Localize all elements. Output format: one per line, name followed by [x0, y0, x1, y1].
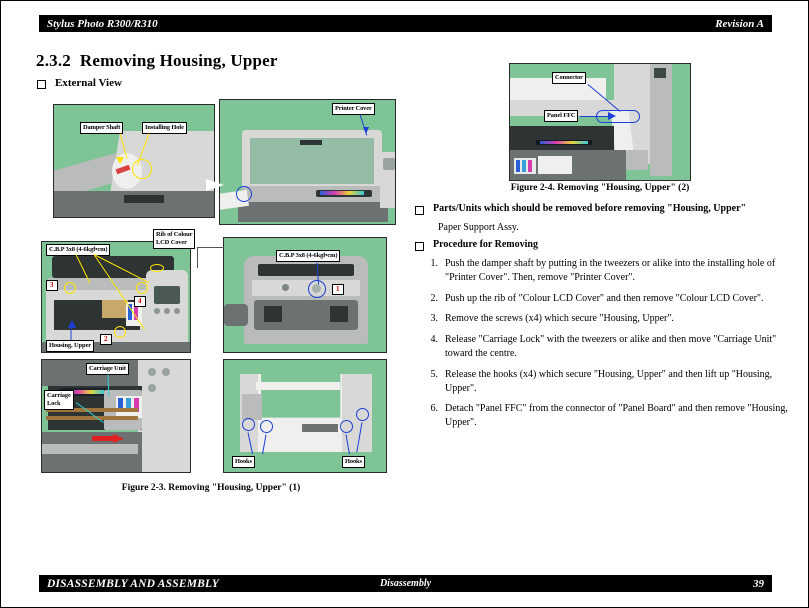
step-text: Detach "Panel FFC" from the connector of…: [445, 403, 788, 429]
step-number: 5.: [430, 368, 439, 380]
installing-hole-highlight: [132, 159, 152, 179]
label-hooks-left: Hooks: [232, 456, 255, 468]
printer-cover-hinge-highlight: [236, 186, 252, 202]
photo-printer-cover: Printer Cover: [219, 99, 396, 225]
section-heading: 2.3.2 Removing Housing, Upper: [36, 51, 278, 71]
external-view-label: External View: [55, 77, 122, 89]
section-number: 2.3.2: [36, 51, 71, 70]
step-text: Release "Carriage Lock" with the tweezer…: [445, 334, 777, 359]
step-number: 6.: [430, 403, 439, 415]
footer-page-number: 39: [753, 577, 764, 590]
callout-2: 2: [100, 334, 112, 345]
photo-damper-shaft-detail: Damper Shaft Installing Hole: [53, 104, 215, 218]
step-number: 2.: [430, 292, 439, 304]
step-number: 3.: [430, 313, 439, 325]
step-number: 4.: [430, 334, 439, 346]
procedure-step: 1. Push the damper shaft by putting in th…: [425, 257, 795, 285]
figure-2-4-caption: Figure 2-4. Removing "Housing, Upper" (2…: [510, 183, 690, 193]
procedure-step: 6. Detach "Panel FFC" from the connector …: [425, 402, 795, 430]
lcd-cover-leader: [197, 247, 224, 268]
header-title: Stylus Photo R300/R310: [47, 17, 158, 30]
procedure-step: 4. Release "Carriage Lock" with the tweez…: [425, 333, 795, 361]
checkbox-bullet-icon: [415, 206, 424, 215]
callout-4: 4: [134, 296, 146, 307]
label-connector: Connector: [552, 72, 586, 84]
parts-to-remove-item: Paper Support Assy.: [438, 222, 519, 233]
photo-housing-screws: C.B.P 3x8 (4-6kgf•cm) 3 4 2 Housing, Upp…: [41, 241, 191, 353]
step-text: Push the damper shaft by putting in the …: [445, 258, 776, 283]
label-damper-shaft: Damper Shaft: [80, 122, 124, 134]
label-panel-ffc: Panel FFC: [544, 110, 579, 122]
label-housing-upper-row2: Housing, Upper: [46, 340, 94, 352]
step-text: Push up the rib of "Colour LCD Cover" an…: [445, 292, 764, 304]
label-hooks-right: Hooks: [342, 456, 365, 468]
label-rib-lcd-cover: Rib of Colour LCD Cover: [153, 229, 196, 249]
step-number: 1.: [430, 258, 439, 269]
procedure-step: 3. Remove the screws (x4) which secure "H…: [425, 312, 795, 326]
footer-chapter: Disassembly: [379, 578, 432, 589]
header-revision: Revision A: [715, 17, 764, 30]
checkbox-bullet-icon: [37, 80, 46, 89]
figure-2-3-caption: Figure 2-3. Removing "Housing, Upper" (1…: [121, 483, 301, 493]
step-text: Release the hooks (x4) which secure "Hou…: [445, 368, 773, 394]
external-view-bullet: External View: [37, 77, 122, 89]
checkbox-bullet-icon: [415, 242, 424, 251]
photo-carriage-unit: Carriage Unit Carriage Lock: [41, 359, 191, 473]
parts-to-remove-heading: Parts/Units which should be removed befo…: [433, 203, 747, 214]
manual-page: Stylus Photo R300/R310 Revision A 2.3.2 …: [0, 0, 809, 608]
photo-lcd-cover-screw: C.B.P 3x8 (4-6kgf•cm) 1: [223, 237, 387, 353]
label-screw-spec-right: C.B.P 3x8 (4-6kgf•cm): [276, 250, 341, 262]
label-installing-hole: Installing Hole: [142, 122, 187, 134]
procedure-bullet: Procedure for Removing: [415, 239, 795, 251]
parts-to-remove-bullet: Parts/Units which should be removed befo…: [415, 203, 795, 215]
procedure-step: 5. Release the hooks (x4) which secure "H…: [425, 368, 795, 396]
section-title: Removing Housing, Upper: [79, 51, 278, 70]
callout-3: 3: [46, 280, 58, 291]
procedure-step: 2. Push up the rib of "Colour LCD Cover" …: [425, 292, 795, 306]
label-screw-spec-left: C.B.P 3x8 (4-6kgf•cm): [46, 244, 111, 256]
step-text: Remove the screws (x4) which secure "Hou…: [445, 313, 674, 325]
procedure-steps-list: 1. Push the damper shaft by putting in th…: [425, 257, 795, 437]
page-footer: DISASSEMBLY AND ASSEMBLY Disassembly 39: [39, 575, 772, 592]
page-header: Stylus Photo R300/R310 Revision A: [39, 15, 772, 32]
procedure-heading: Procedure for Removing: [433, 239, 538, 250]
photo-housing-hooks: Hooks Hooks: [223, 359, 387, 473]
callout-1: 1: [332, 284, 344, 295]
label-carriage-unit: Carriage Unit: [86, 363, 129, 375]
photo-panel-ffc: Connector Panel FFC: [509, 63, 691, 181]
label-carriage-lock: Carriage Lock: [44, 390, 74, 410]
label-printer-cover: Printer Cover: [332, 103, 375, 115]
